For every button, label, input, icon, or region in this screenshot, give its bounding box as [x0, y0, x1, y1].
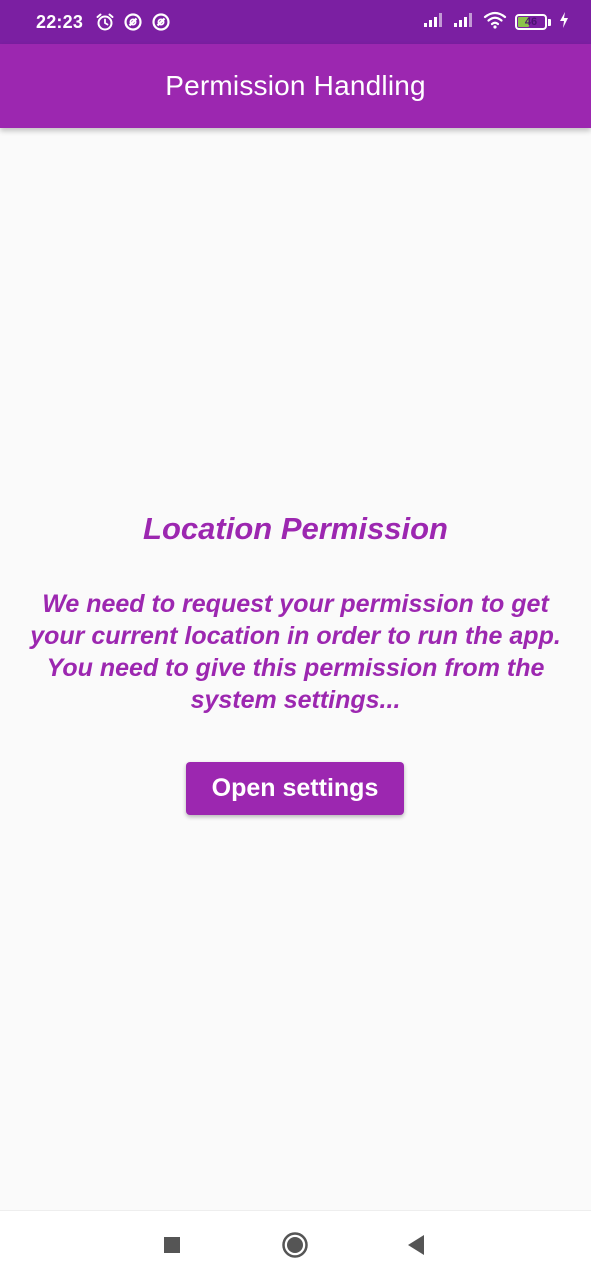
- sync-icon: [151, 12, 171, 32]
- permission-heading: Location Permission: [143, 511, 448, 546]
- battery-body: 46: [515, 14, 547, 30]
- home-icon: [282, 1232, 308, 1258]
- battery-icon: 46: [515, 14, 551, 30]
- permission-message: We need to request your permission to ge…: [30, 590, 561, 714]
- battery-cap: [548, 18, 551, 26]
- signal-icon: [423, 12, 445, 33]
- signal-icon: [453, 12, 475, 33]
- app-title: Permission Handling: [165, 70, 426, 101]
- recents-icon: [164, 1237, 180, 1253]
- wifi-icon: [483, 11, 507, 34]
- navigation-bar: [0, 1210, 591, 1280]
- status-bar: 22:23 46: [0, 0, 591, 44]
- main-content: Location Permission We need to request y…: [0, 128, 591, 1210]
- status-right: 46: [423, 11, 569, 34]
- alarm-icon: [95, 12, 115, 32]
- screen: 22:23 46 Permission Handling Location Pe…: [0, 0, 591, 1280]
- home-button[interactable]: [275, 1225, 315, 1265]
- open-settings-button[interactable]: Open settings: [186, 762, 404, 815]
- back-button[interactable]: [396, 1225, 436, 1265]
- app-bar: Permission Handling: [0, 44, 591, 128]
- sync-icon: [123, 12, 143, 32]
- charging-icon: [559, 11, 569, 33]
- battery-level: 46: [524, 16, 538, 28]
- recents-button[interactable]: [152, 1225, 192, 1265]
- back-icon: [408, 1235, 424, 1255]
- status-time: 22:23: [36, 11, 84, 32]
- status-left: 22:23: [36, 12, 171, 33]
